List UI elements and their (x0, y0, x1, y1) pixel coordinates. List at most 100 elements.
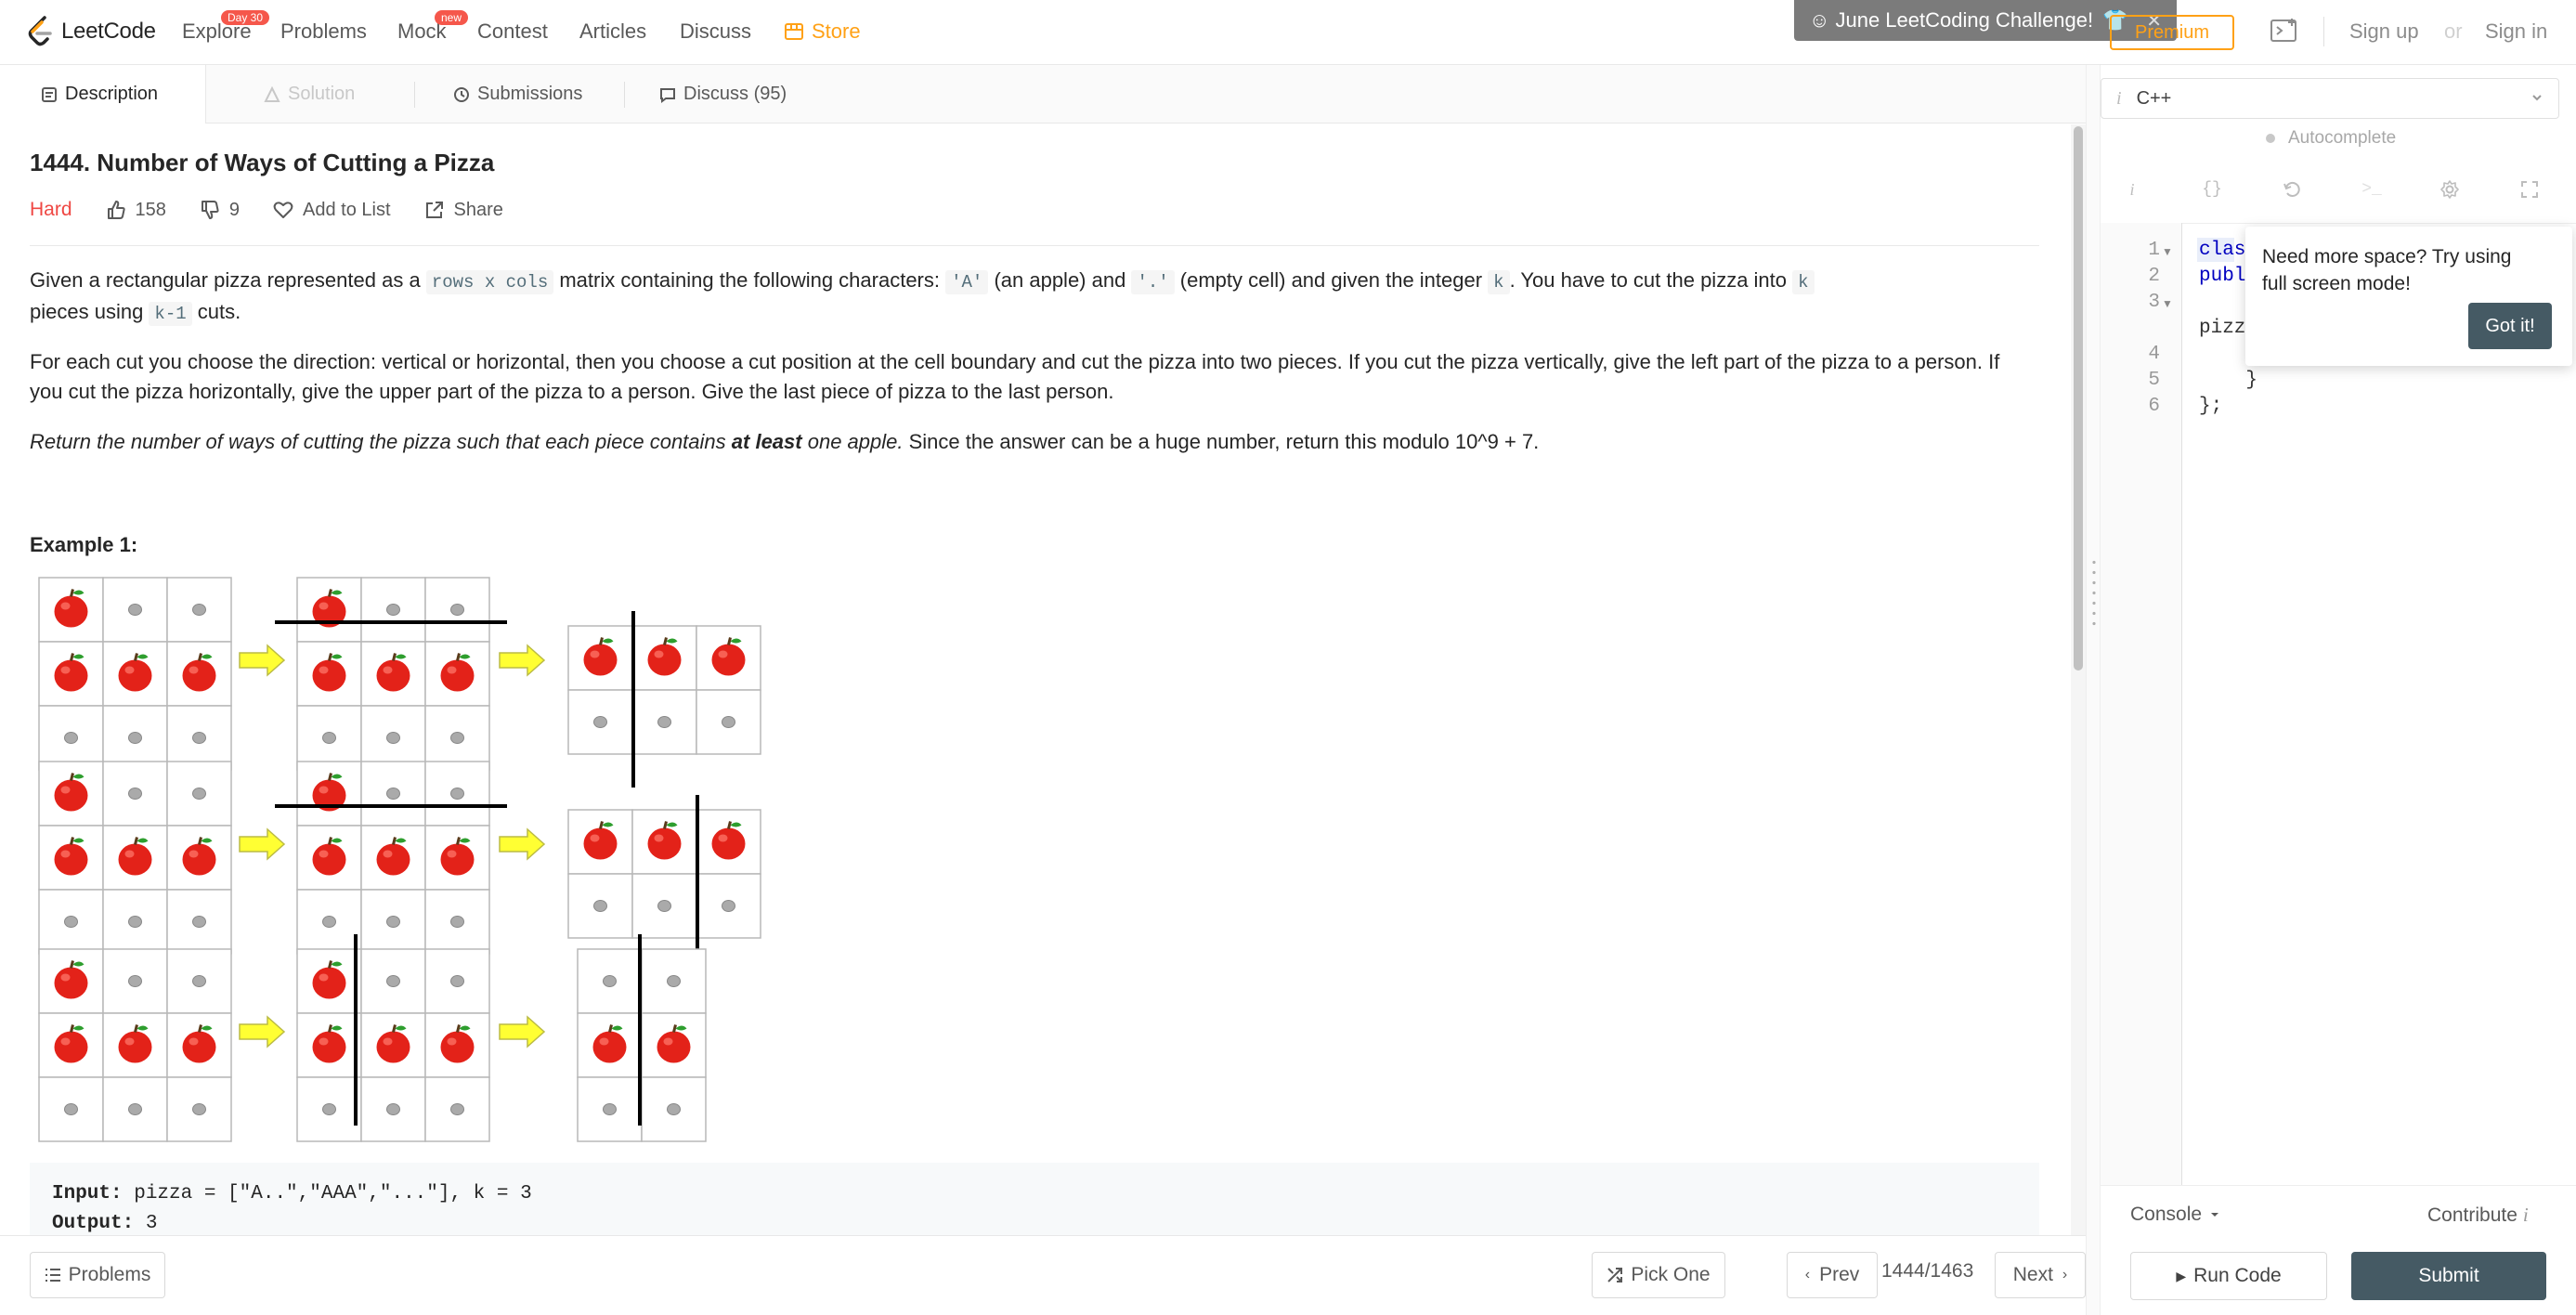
empty-cell-dot (64, 732, 78, 744)
empty-cell-dot (192, 732, 206, 744)
italic-text: one apple. (801, 430, 904, 453)
tab-description[interactable]: Description (0, 65, 206, 124)
arrow-icon (499, 644, 545, 676)
premium-label: Premium (2134, 21, 2209, 43)
pane-splitter[interactable] (2086, 65, 2101, 1315)
terminal-plus-icon (2270, 19, 2296, 42)
next-button[interactable]: Next › (1995, 1252, 2086, 1298)
empty-cell-dot (603, 1103, 617, 1115)
description-paragraph-2: For each cut you choose the direction: v… (30, 350, 2000, 403)
problems-list-button[interactable]: Problems (30, 1252, 165, 1298)
tab-discuss[interactable]: Discuss (95) (659, 65, 787, 124)
console-toggle[interactable]: Console (2130, 1204, 2220, 1226)
empty-cell-dot (386, 1103, 400, 1115)
lock-icon (264, 85, 280, 102)
share-button[interactable]: Share (424, 200, 503, 221)
autocomplete-label: Autocomplete (2288, 128, 2397, 148)
fold-arrow-icon[interactable]: ▼ (2162, 245, 2173, 258)
leetcode-logo[interactable]: LeetCode (26, 15, 156, 48)
empty-cell-dot (322, 1103, 336, 1115)
empty-cell-dot (64, 1103, 78, 1115)
thumbs-down-icon (201, 201, 219, 219)
text-span: (an apple) and (988, 268, 1132, 292)
empty-cell-dot (386, 788, 400, 800)
info-icon: i (2116, 87, 2122, 109)
or-text: or (2444, 20, 2463, 43)
empty-cell-dot (450, 916, 464, 928)
divider (30, 245, 2039, 246)
reset-icon[interactable] (2281, 178, 2303, 201)
tab-solution-label: Solution (288, 84, 356, 104)
autocomplete-toggle[interactable]: Autocomplete (2266, 128, 2396, 149)
premium-button[interactable]: Premium (2110, 15, 2234, 50)
thumbs-up-icon (107, 201, 125, 219)
chevron-left-icon: ‹ (1804, 1267, 1811, 1282)
line-number: 5 (2148, 370, 2160, 391)
empty-cell-dot (128, 975, 142, 987)
heart-icon (273, 202, 293, 218)
arrow-icon (499, 1016, 545, 1048)
run-code-label: Run Code (2193, 1265, 2282, 1286)
chevron-right-icon: › (2062, 1267, 2068, 1282)
tab-description-label: Description (65, 84, 159, 104)
empty-cell-dot (450, 604, 464, 616)
description-paragraph-3: Return the number of ways of cutting the… (30, 427, 2036, 457)
example-title: Example 1: (30, 533, 138, 556)
add-to-list-label: Add to List (303, 199, 391, 220)
fold-arrow-icon[interactable]: ▼ (2162, 297, 2173, 310)
nav-articles[interactable]: Articles (579, 20, 646, 44)
tab-discuss-label: Discuss (95) (683, 84, 787, 104)
promo-emoji-icon: ☺ (1809, 8, 1830, 32)
tab-submissions[interactable]: Submissions (453, 65, 582, 124)
code-line: }; (2199, 396, 2223, 417)
add-to-list-button[interactable]: Add to List (273, 200, 391, 221)
empty-cell-dot (603, 975, 617, 987)
empty-cell-dot (64, 916, 78, 928)
info-tool-icon[interactable]: i (2121, 178, 2143, 201)
empty-cell-dot (657, 716, 671, 728)
settings-icon[interactable] (2439, 178, 2461, 201)
prev-button[interactable]: ‹ Prev (1787, 1252, 1878, 1298)
inline-code: rows x cols (425, 270, 554, 294)
nav-store[interactable]: Store (784, 20, 861, 44)
nav-explore[interactable]: Explore Day 30 (182, 10, 270, 44)
sign-up-link[interactable]: Sign up (2349, 20, 2419, 44)
store-icon (785, 23, 803, 40)
terminal-icon[interactable]: >_ (2361, 178, 2383, 201)
toggle-dot-icon (2266, 134, 2275, 143)
line-number: 4 (2148, 344, 2160, 365)
text-span: Since the answer can be a huge number, r… (903, 430, 1540, 453)
scrollbar-thumb[interactable] (2074, 126, 2083, 671)
nav-mock[interactable]: Mock new (397, 10, 469, 44)
empty-cell-dot (322, 916, 336, 928)
description-scrollbar[interactable] (2071, 124, 2086, 1235)
language-select[interactable]: i C++ (2101, 78, 2559, 119)
fullscreen-icon[interactable] (2518, 178, 2541, 201)
inline-code: k (1792, 270, 1815, 294)
drag-handle-icon[interactable] (2092, 557, 2096, 628)
sign-in-link[interactable]: Sign in (2485, 20, 2547, 44)
braces-icon[interactable]: {} (2201, 178, 2223, 201)
output-value: 3 (134, 1213, 158, 1234)
submit-button[interactable]: Submit (2351, 1252, 2546, 1300)
run-code-button[interactable]: ▶ Run Code (2130, 1252, 2327, 1300)
playground-icon[interactable] (2270, 17, 2299, 50)
dislike-button[interactable]: 9 (200, 200, 240, 221)
empty-cell-dot (722, 900, 735, 912)
nav-contest[interactable]: Contest (477, 20, 548, 44)
like-button[interactable]: 158 (106, 200, 166, 221)
got-it-button[interactable]: Got it! (2468, 303, 2552, 349)
nav-discuss[interactable]: Discuss (680, 20, 751, 44)
contribute-link[interactable]: Contribute i (2427, 1204, 2529, 1227)
empty-cell-dot (128, 732, 142, 744)
inline-code: 'A' (945, 270, 989, 294)
contribute-label: Contribute (2427, 1204, 2517, 1226)
pick-one-button[interactable]: Pick One (1592, 1252, 1725, 1298)
empty-cell-dot (128, 916, 142, 928)
prev-label: Prev (1819, 1264, 1860, 1285)
play-icon: ▶ (2176, 1268, 2187, 1283)
text-span: matrix containing the following characte… (553, 268, 946, 292)
example-io-block: Input: pizza = ["A..","AAA","..."], k = … (30, 1163, 2039, 1235)
nav-store-label: Store (812, 20, 861, 43)
nav-problems[interactable]: Problems (280, 20, 367, 44)
